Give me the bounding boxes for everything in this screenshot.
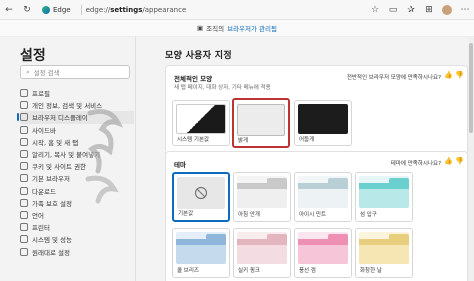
settings-window: ← ↻ Edge edge://settings/appearance ☆ ▭ … <box>0 0 474 281</box>
theme-card: 테마 테마에 만족하시나요? 👍 👎 기본값 아침 안개 아이시 민트 섬 입구… <box>165 151 468 281</box>
theme-feedback-text: 테마에 만족하시나요? <box>390 161 441 167</box>
share-icon <box>20 150 28 159</box>
favorites-icon[interactable]: ✰ <box>402 1 420 19</box>
theme-sunny-day[interactable]: 화창한 날 <box>355 228 413 278</box>
search-input[interactable]: ⌕ 설정 검색 <box>20 65 130 79</box>
appearance-icon <box>20 113 28 122</box>
default-theme-preview <box>177 177 225 209</box>
star-icon[interactable]: ☆ <box>366 1 384 19</box>
search-icon: ⌕ <box>26 67 30 76</box>
lock-icon <box>20 101 28 110</box>
back-icon[interactable]: ← <box>0 1 18 19</box>
appearance-option-system[interactable]: 시스템 기본값 <box>172 100 230 146</box>
page-scrollbar[interactable] <box>468 37 474 281</box>
family-icon <box>20 198 28 207</box>
theme-bubblegum[interactable]: 풍선 껌 <box>294 228 352 278</box>
search-placeholder: 설정 검색 <box>33 69 60 77</box>
tab-label: Edge <box>53 5 71 14</box>
edge-icon <box>42 5 50 14</box>
watermark-logo <box>85 108 124 204</box>
theme-label: 기본값 <box>178 211 194 217</box>
sidebar: 설정 ⌕ 설정 검색 프로필 개인 정보, 검색 및 서비스 브라우저 디스플레… <box>0 37 136 281</box>
profile-icon <box>20 89 28 98</box>
overall-feedback-text: 전반적인 브라우저 모양에 만족하시나요? <box>346 75 441 81</box>
theme-icy-mint[interactable]: 아이시 민트 <box>294 172 352 222</box>
banner-text: 조직의 <box>206 25 225 33</box>
cookie-icon <box>20 162 28 171</box>
more-icon[interactable]: ⋯ <box>456 1 474 19</box>
theme-label: 풍선 껌 <box>299 268 316 274</box>
theme-preview <box>359 232 409 264</box>
system-preview <box>176 104 226 134</box>
tab-edge[interactable]: Edge <box>36 3 77 17</box>
sidebar-item-system[interactable]: 시스템 및 성능 <box>20 233 134 245</box>
banner-link[interactable]: 브라우저가 관리됨 <box>227 23 277 33</box>
refresh-icon[interactable]: ↻ <box>18 1 36 19</box>
avatar[interactable] <box>442 4 452 15</box>
theme-label: 아침 안개 <box>238 212 260 218</box>
building-icon: ▣ <box>196 24 204 32</box>
address-bar[interactable]: edge://settings/appearance <box>77 3 227 17</box>
overall-heading: 전체적인 모양 <box>174 75 213 83</box>
language-icon <box>20 210 28 219</box>
sidebar-item-reset[interactable]: 원래대로 설정 <box>20 245 134 257</box>
theme-preview <box>237 232 287 264</box>
appearance-option-dark[interactable]: 어둡게 <box>294 100 352 146</box>
split-icon[interactable]: ▭ <box>384 1 402 19</box>
theme-preview <box>298 176 348 208</box>
theme-silky-pink[interactable]: 실키 핑크 <box>233 228 291 278</box>
theme-cool-breeze[interactable]: 쿨 브리즈 <box>172 228 230 278</box>
appearance-option-light[interactable]: 밝게 <box>232 98 290 148</box>
thumbs-up-icon[interactable]: 👍 <box>444 71 453 79</box>
appearance-option-label: 어둡게 <box>299 137 315 143</box>
theme-label: 섬 입구 <box>360 212 377 218</box>
theme-label: 실키 핑크 <box>238 268 260 274</box>
sidebar-item-profile[interactable]: 프로필 <box>20 87 134 99</box>
system-icon <box>20 235 28 244</box>
url-text: edge://settings/appearance <box>85 5 187 14</box>
theme-preview <box>359 176 409 208</box>
theme-label: 쿨 브리즈 <box>177 268 199 274</box>
thumbs-up-icon[interactable]: 👍 <box>444 157 453 165</box>
sidebar-item-printers[interactable]: 프린터 <box>20 221 134 233</box>
sidebar-title: 설정 <box>20 48 46 64</box>
browser-icon <box>20 174 28 183</box>
appearance-option-label: 시스템 기본값 <box>177 137 210 143</box>
theme-preview <box>176 232 226 264</box>
browser-toolbar: ← ↻ Edge edge://settings/appearance ☆ ▭ … <box>0 0 474 20</box>
theme-preview <box>298 232 348 264</box>
dark-preview <box>298 104 348 134</box>
no-theme-icon <box>194 186 208 200</box>
page-title: 모양 사용자 지정 <box>165 51 232 61</box>
light-preview <box>237 104 285 136</box>
theme-heading: 테마 <box>174 161 186 169</box>
toolbar-right: ☆ ▭ ✰ ⊞ ⋯ <box>366 1 474 19</box>
scrollbar-thumb[interactable] <box>469 43 473 133</box>
theme-island-getaway[interactable]: 섬 입구 <box>355 172 413 222</box>
printer-icon <box>20 223 28 232</box>
theme-preview <box>237 176 287 208</box>
theme-label: 아이시 민트 <box>299 212 327 218</box>
home-icon <box>20 137 28 146</box>
theme-default[interactable]: 기본값 <box>172 172 230 222</box>
main-content: 모양 사용자 지정 전체적인 모양 새 탭 페이지, 대화 상자, 기타 메뉴에… <box>137 37 468 281</box>
download-icon <box>20 186 28 195</box>
theme-label: 화창한 날 <box>360 268 382 274</box>
collections-icon[interactable]: ⊞ <box>420 1 438 19</box>
thumbs-down-icon[interactable]: 👎 <box>455 71 464 79</box>
overall-subtitle: 새 탭 페이지, 대화 상자, 기타 메뉴에 적용 <box>174 85 271 91</box>
appearance-option-label: 밝게 <box>238 138 249 144</box>
address-divider <box>80 4 82 15</box>
reset-icon <box>20 247 28 256</box>
theme-morning-fog[interactable]: 아침 안개 <box>233 172 291 222</box>
thumbs-down-icon[interactable]: 👎 <box>455 157 464 165</box>
managed-banner: ▣ 조직의 브라우저가 관리됨 <box>0 20 474 37</box>
sidebar-icon <box>20 125 28 134</box>
